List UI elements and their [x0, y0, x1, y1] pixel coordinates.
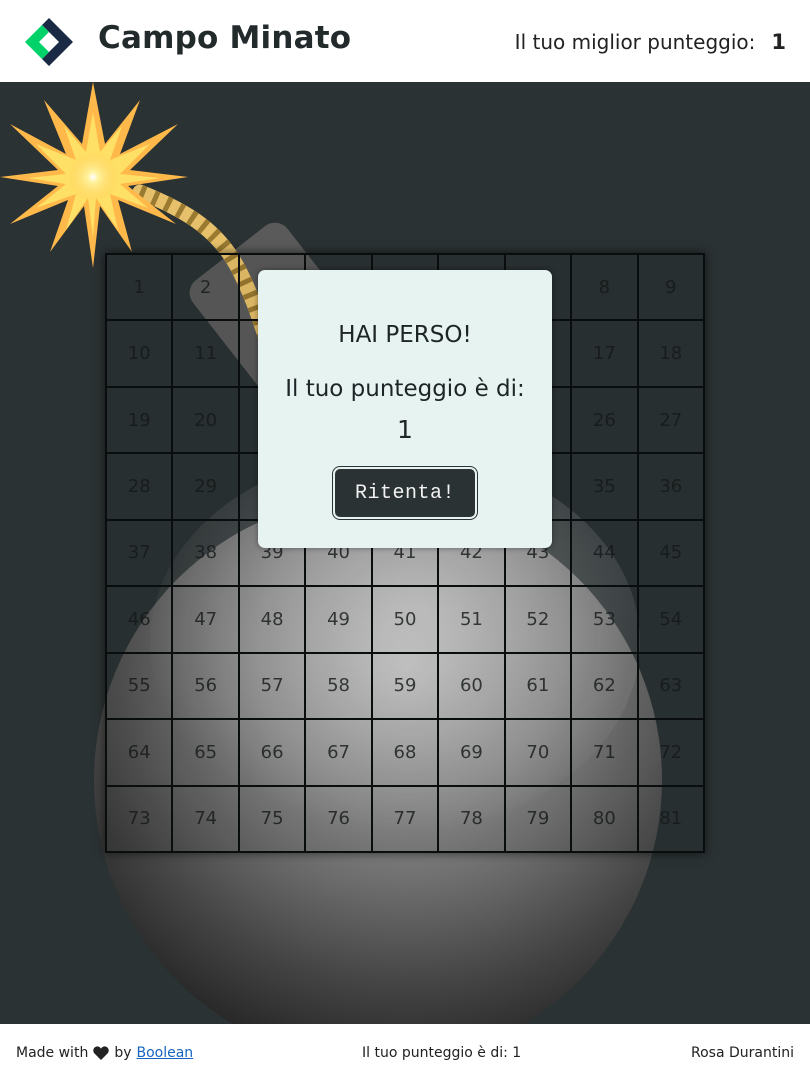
grid-cell[interactable]: 49 [305, 586, 372, 653]
grid-cell[interactable]: 27 [637, 386, 704, 454]
grid-cell[interactable]: 8 [571, 254, 638, 321]
grid-cell[interactable]: 54 [637, 586, 704, 653]
app-footer: Made with by Boolean Il tuo punteggio è … [0, 1024, 810, 1080]
footer-credits: Made with by Boolean [16, 1045, 193, 1061]
grid-cell[interactable]: 81 [637, 785, 704, 852]
boolean-logo-icon[interactable] [23, 16, 75, 68]
grid-cell[interactable]: 36 [637, 453, 704, 520]
grid-cell[interactable]: 79 [504, 785, 572, 852]
grid-cell[interactable]: 66 [238, 719, 306, 786]
grid-cell[interactable]: 46 [106, 586, 173, 653]
score-value: 1 [397, 415, 413, 444]
grid-cell[interactable]: 48 [238, 586, 306, 653]
boolean-link[interactable]: Boolean [136, 1045, 193, 1061]
game-over-modal: HAI PERSO! Il tuo punteggio è di: 1 Rite… [258, 270, 552, 548]
grid-cell[interactable]: 37 [106, 519, 173, 587]
best-score: Il tuo miglior punteggio: 1 [515, 30, 786, 54]
grid-cell[interactable]: 44 [571, 519, 638, 587]
grid-cell[interactable]: 67 [305, 719, 372, 786]
grid-cell[interactable]: 38 [172, 519, 239, 587]
grid-cell[interactable]: 58 [305, 652, 372, 720]
best-score-value: 1 [771, 30, 786, 54]
best-score-label: Il tuo miglior punteggio: [514, 30, 756, 54]
grid-cell[interactable]: 61 [504, 652, 572, 720]
grid-cell[interactable]: 11 [172, 320, 239, 387]
app-title: Campo Minato [98, 20, 352, 56]
grid-cell[interactable]: 56 [172, 652, 239, 720]
grid-cell[interactable]: 80 [571, 785, 638, 852]
grid-cell[interactable]: 60 [438, 652, 505, 720]
grid-cell[interactable]: 50 [371, 586, 439, 653]
score-label: Il tuo punteggio è di: [285, 376, 525, 402]
retry-button[interactable]: Ritenta! [332, 466, 478, 520]
made-with-text: Made with [16, 1045, 89, 1061]
grid-cell[interactable]: 52 [504, 586, 572, 653]
grid-cell[interactable]: 17 [571, 320, 638, 387]
grid-cell[interactable]: 73 [106, 785, 173, 852]
grid-cell[interactable]: 74 [172, 785, 239, 852]
grid-cell[interactable]: 76 [305, 785, 372, 852]
grid-cell[interactable]: 2 [172, 254, 239, 321]
grid-cell[interactable]: 10 [106, 320, 173, 387]
grid-cell[interactable]: 75 [238, 785, 306, 852]
app-header: Campo Minato Il tuo miglior punteggio: 1 [0, 0, 810, 82]
footer-author: Rosa Durantini [691, 1045, 794, 1061]
grid-cell[interactable]: 47 [172, 586, 239, 653]
grid-cell[interactable]: 70 [504, 719, 572, 786]
grid-cell[interactable]: 72 [637, 719, 704, 786]
game-over-title: HAI PERSO! [338, 322, 472, 348]
grid-cell[interactable]: 68 [371, 719, 439, 786]
grid-cell[interactable]: 45 [637, 519, 704, 587]
grid-cell[interactable]: 59 [371, 652, 439, 720]
grid-cell[interactable]: 69 [438, 719, 505, 786]
grid-cell[interactable]: 29 [172, 453, 239, 520]
by-text: by [114, 1045, 132, 1061]
grid-cell[interactable]: 78 [438, 785, 505, 852]
grid-cell[interactable]: 9 [637, 254, 704, 321]
footer-score: Il tuo punteggio è di: 1 [362, 1045, 522, 1061]
heart-icon [93, 1046, 110, 1060]
grid-cell[interactable]: 19 [106, 386, 173, 454]
grid-cell[interactable]: 18 [637, 320, 704, 387]
grid-cell[interactable]: 28 [106, 453, 173, 520]
grid-cell[interactable]: 64 [106, 719, 173, 786]
grid-cell[interactable]: 77 [371, 785, 439, 852]
grid-cell[interactable]: 62 [571, 652, 638, 720]
grid-cell[interactable]: 63 [637, 652, 704, 720]
grid-cell[interactable]: 26 [571, 386, 638, 454]
grid-cell[interactable]: 55 [106, 652, 173, 720]
grid-cell[interactable]: 57 [238, 652, 306, 720]
grid-cell[interactable]: 71 [571, 719, 638, 786]
grid-cell[interactable]: 65 [172, 719, 239, 786]
grid-cell[interactable]: 35 [571, 453, 638, 520]
grid-cell[interactable]: 53 [571, 586, 638, 653]
game-area: 1 2 3 4 5 6 7 8 9 10 11 12 13 14 15 16 1… [0, 82, 810, 1024]
grid-cell[interactable]: 1 [106, 254, 173, 321]
grid-cell[interactable]: 20 [172, 386, 239, 454]
grid-cell[interactable]: 51 [438, 586, 505, 653]
